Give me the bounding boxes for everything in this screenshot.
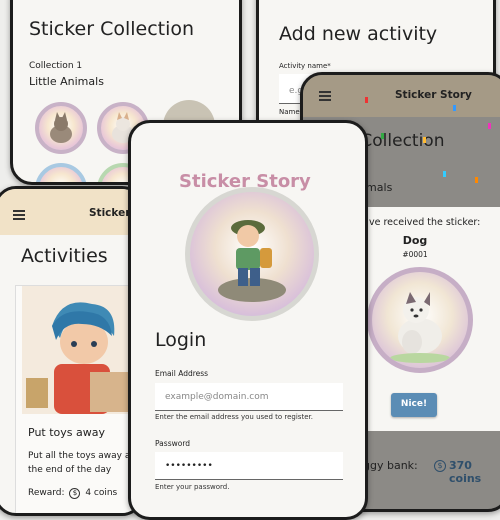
sticker-name: Dog: [402, 234, 428, 247]
activities-app-title: Sticker: [89, 207, 131, 219]
coin-icon: $: [434, 460, 446, 472]
sticker-3[interactable]: [35, 163, 87, 182]
confetti-piece: [365, 97, 368, 103]
reward-row: Reward: $ 4 coins: [28, 488, 117, 499]
activity-card[interactable]: Put toys away Put all the toys away at t…: [15, 285, 141, 513]
login-phone: Sticker Story Login Email Address exampl…: [128, 120, 368, 520]
confetti-piece: [453, 105, 456, 111]
confetti-piece: [381, 133, 384, 139]
password-input[interactable]: •••••••••: [155, 452, 343, 480]
confetti-piece: [488, 123, 491, 129]
activities-phone: Sticker Activities Put toys away Put all…: [0, 186, 144, 516]
dialog-message: ve received the sticker:: [369, 217, 481, 228]
reward-app-title: Sticker Story: [395, 89, 472, 101]
piggy-bank-label: ggy bank:: [363, 459, 418, 472]
password-help: Enter your password.: [155, 483, 230, 491]
nice-button[interactable]: Nice!: [391, 393, 437, 417]
boy-hiker-illustration-icon: [218, 220, 286, 302]
password-value: •••••••••: [165, 461, 213, 471]
activity-title: Add new activity: [279, 23, 438, 45]
activity-name-label: Activity name*: [279, 62, 331, 70]
dog-illustration-icon: [390, 292, 450, 363]
coin-count: 370 coins: [449, 459, 482, 485]
reward-appbar: Sticker Story: [303, 75, 500, 117]
confetti-piece: [475, 177, 478, 183]
email-placeholder: example@domain.com: [165, 392, 269, 402]
menu-icon[interactable]: [319, 91, 331, 101]
collection-name: Little Animals: [29, 75, 104, 88]
activities-appbar: Sticker: [0, 189, 141, 235]
dog-sticker: [367, 267, 473, 373]
boy-with-toys-illustration-icon: [22, 286, 140, 414]
reward-label: Reward:: [28, 488, 65, 498]
reward-value: 4 coins: [85, 488, 118, 498]
coin-icon: $: [69, 488, 81, 499]
email-input[interactable]: example@domain.com: [155, 383, 343, 411]
sticker-dialog: ve received the sticker: Dog #0001 Nice!: [365, 207, 500, 431]
login-title: Login: [155, 329, 207, 351]
card-title: Put toys away: [28, 426, 105, 439]
confetti-piece: [443, 171, 446, 177]
card-description: Put all the toys away at the end of the …: [28, 451, 134, 475]
collection-number: Collection 1: [29, 61, 83, 71]
sticker-number: #0001: [402, 250, 428, 259]
nice-button-label: Nice!: [400, 399, 428, 409]
email-help: Enter the email address you used to regi…: [155, 413, 313, 421]
boy-on-rock-sticker: [185, 187, 319, 321]
menu-icon[interactable]: [13, 210, 25, 220]
collection-title: Sticker Collection: [29, 18, 195, 40]
password-label: Password: [155, 439, 191, 448]
email-label: Email Address: [155, 369, 209, 378]
cat-illustration-icon: [50, 112, 72, 143]
sticker-cat-1[interactable]: [35, 102, 87, 154]
activities-title: Activities: [21, 245, 108, 267]
confetti-piece: [423, 137, 426, 143]
